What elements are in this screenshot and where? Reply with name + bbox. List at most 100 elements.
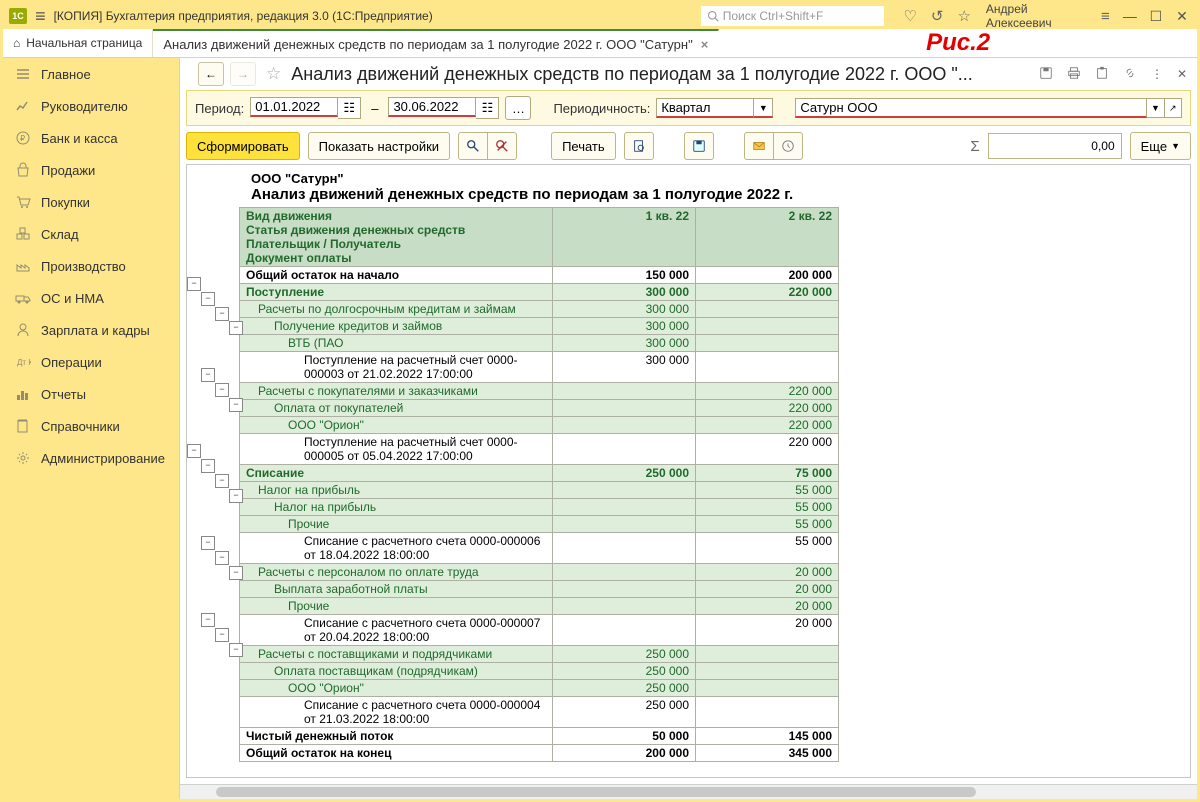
tree-toggle[interactable]: − — [201, 368, 215, 382]
table-row[interactable]: Расчеты с покупателями и заказчиками220 … — [240, 383, 839, 400]
show-settings-button[interactable]: Показать настройки — [308, 132, 450, 160]
table-row[interactable]: Списание с расчетного счета 0000-000007 … — [240, 615, 839, 646]
table-row[interactable]: Прочие55 000 — [240, 516, 839, 533]
link-icon[interactable] — [1119, 66, 1141, 83]
more-menu-icon[interactable]: ⋮ — [1147, 67, 1167, 81]
tree-toggle[interactable]: − — [215, 307, 229, 321]
table-row[interactable]: Общий остаток на начало150 000200 000 — [240, 267, 839, 284]
user-menu-icon[interactable]: ≡ — [1098, 8, 1113, 25]
run-button[interactable]: Сформировать — [186, 132, 300, 160]
tree-toggle[interactable]: − — [201, 292, 215, 306]
table-row[interactable]: Расчеты по долгосрочным кредитам и займа… — [240, 301, 839, 318]
sidebar-item-bank[interactable]: ₽Банк и касса — [3, 122, 179, 154]
dropdown-icon[interactable]: ▼ — [1147, 98, 1164, 118]
table-row[interactable]: Налог на прибыль55 000 — [240, 499, 839, 516]
maximize-btn[interactable]: ☐ — [1147, 8, 1165, 25]
table-row[interactable]: Прочие20 000 — [240, 598, 839, 615]
tree-toggle[interactable]: − — [215, 474, 229, 488]
sidebar-item-warehouse[interactable]: Склад — [3, 218, 179, 250]
open-ref-icon[interactable]: ↗ — [1165, 98, 1182, 118]
tree-toggle[interactable]: − — [229, 321, 243, 335]
calendar-to-icon[interactable]: ☷ — [476, 97, 499, 119]
table-row[interactable]: Оплата поставщикам (подрядчикам)250 000 — [240, 663, 839, 680]
user-name[interactable]: Андрей Алексеевич — [982, 2, 1090, 30]
table-row[interactable]: Поступление на расчетный счет 0000-00000… — [240, 434, 839, 465]
global-search-input[interactable]: Поиск Ctrl+Shift+F — [701, 6, 885, 26]
email-button[interactable] — [744, 132, 774, 160]
dropdown-icon[interactable]: ▼ — [754, 98, 773, 118]
table-row[interactable]: Оплата от покупателей220 000 — [240, 400, 839, 417]
tree-toggle[interactable]: − — [187, 277, 201, 291]
table-row[interactable]: Расчеты с персоналом по оплате труда20 0… — [240, 564, 839, 581]
tree-toggle[interactable]: − — [187, 444, 201, 458]
period-more-button[interactable]: … — [505, 96, 531, 120]
sidebar-item-main[interactable]: Главное — [3, 58, 179, 90]
period-from-input[interactable] — [250, 97, 338, 117]
find-button[interactable] — [458, 132, 488, 160]
tree-toggle[interactable]: − — [201, 613, 215, 627]
table-row[interactable]: Налог на прибыль55 000 — [240, 482, 839, 499]
report-area[interactable]: −−−−−−−−−−−−−−−−− ООО "Сатурн" Анализ дв… — [186, 164, 1191, 778]
scrollbar-thumb[interactable] — [216, 787, 976, 797]
sidebar-item-sales[interactable]: Продажи — [3, 154, 179, 186]
forward-button[interactable]: → — [230, 62, 256, 86]
table-row[interactable]: Чистый денежный поток50 000145 000 — [240, 728, 839, 745]
tree-toggle[interactable]: − — [215, 551, 229, 565]
table-row[interactable]: Выплата заработной платы20 000 — [240, 581, 839, 598]
table-row[interactable]: Списание с расчетного счета 0000-000006 … — [240, 533, 839, 564]
table-row[interactable]: ООО "Орион"220 000 — [240, 417, 839, 434]
tree-toggle[interactable]: − — [201, 536, 215, 550]
sidebar-item-salary[interactable]: Зарплата и кадры — [3, 314, 179, 346]
calendar-from-icon[interactable]: ☷ — [338, 97, 361, 119]
table-row[interactable]: Общий остаток на конец200 000345 000 — [240, 745, 839, 762]
home-tab[interactable]: ⌂ Начальная страница — [3, 29, 153, 57]
preview-button[interactable] — [624, 132, 654, 160]
history-icon[interactable]: ↺ — [928, 7, 947, 25]
back-button[interactable]: ← — [198, 62, 224, 86]
menu-icon[interactable]: ≡ — [35, 6, 46, 27]
periodicity-select[interactable] — [656, 98, 754, 118]
close-btn[interactable]: ✕ — [1173, 8, 1191, 25]
favorite-icon[interactable]: ☆ — [262, 64, 285, 84]
sidebar-item-admin[interactable]: Администрирование — [3, 442, 179, 474]
table-row[interactable]: Получение кредитов и займов300 000 — [240, 318, 839, 335]
sidebar-item-production[interactable]: Производство — [3, 250, 179, 282]
print-button[interactable]: Печать — [551, 132, 616, 160]
tree-toggle[interactable]: − — [201, 459, 215, 473]
tree-toggle[interactable]: − — [229, 398, 243, 412]
table-row[interactable]: Поступление на расчетный счет 0000-00000… — [240, 352, 839, 383]
minimize-btn[interactable]: — — [1121, 8, 1139, 24]
email-schedule-button[interactable] — [774, 132, 803, 160]
period-to-input[interactable] — [388, 97, 476, 117]
tree-toggle[interactable]: − — [229, 566, 243, 580]
sidebar-item-manager[interactable]: Руководителю — [3, 90, 179, 122]
tree-toggle[interactable]: − — [215, 628, 229, 642]
clipboard-icon[interactable] — [1091, 66, 1113, 83]
save-file-button[interactable] — [684, 132, 714, 160]
horizontal-scrollbar[interactable] — [180, 784, 1197, 799]
bell-icon[interactable]: ♡ — [900, 7, 919, 25]
print-icon[interactable] — [1063, 66, 1085, 83]
more-button[interactable]: Еще ▼ — [1130, 132, 1191, 160]
tree-toggle[interactable]: − — [229, 643, 243, 657]
close-tab-icon[interactable]: × — [701, 37, 709, 52]
active-tab[interactable]: Анализ движений денежных средств по пери… — [153, 29, 719, 57]
star-icon[interactable]: ☆ — [954, 7, 973, 25]
sidebar-item-catalogs[interactable]: Справочники — [3, 410, 179, 442]
tree-toggle[interactable]: − — [215, 383, 229, 397]
table-row[interactable]: Расчеты с поставщиками и подрядчиками250… — [240, 646, 839, 663]
table-row[interactable]: Списание250 00075 000 — [240, 465, 839, 482]
tree-toggle[interactable]: − — [229, 489, 243, 503]
sidebar-item-purchases[interactable]: Покупки — [3, 186, 179, 218]
org-select[interactable] — [795, 98, 1147, 118]
save-icon[interactable] — [1035, 66, 1057, 83]
sidebar-item-assets[interactable]: ОС и НМА — [3, 282, 179, 314]
table-row[interactable]: Списание с расчетного счета 0000-000004 … — [240, 697, 839, 728]
sidebar-item-operations[interactable]: Дт КтОперации — [3, 346, 179, 378]
find-cancel-button[interactable] — [488, 132, 517, 160]
table-row[interactable]: Поступление300 000220 000 — [240, 284, 839, 301]
table-row[interactable]: ООО "Орион"250 000 — [240, 680, 839, 697]
close-page-icon[interactable]: ✕ — [1173, 67, 1191, 81]
sidebar-item-reports[interactable]: Отчеты — [3, 378, 179, 410]
table-row[interactable]: ВТБ (ПАО300 000 — [240, 335, 839, 352]
